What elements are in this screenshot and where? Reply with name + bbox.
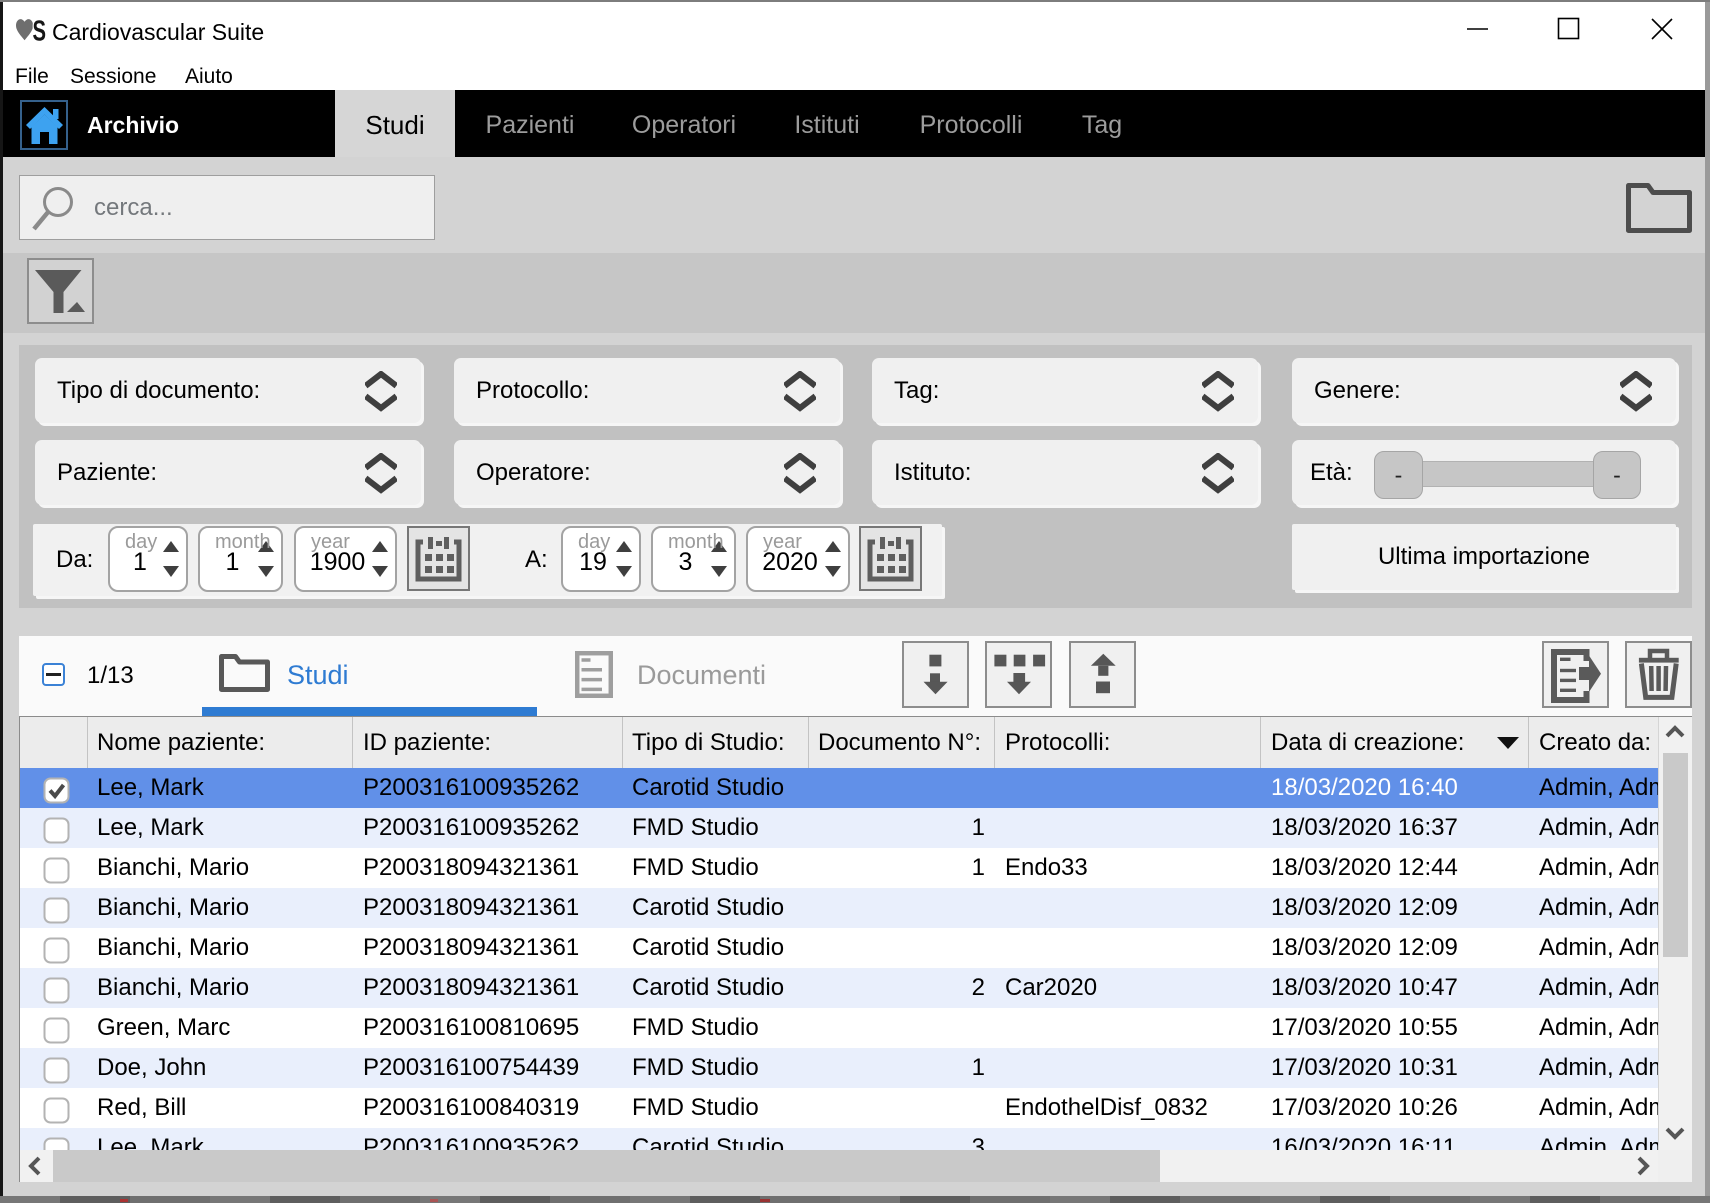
svg-text:S: S bbox=[33, 15, 47, 43]
